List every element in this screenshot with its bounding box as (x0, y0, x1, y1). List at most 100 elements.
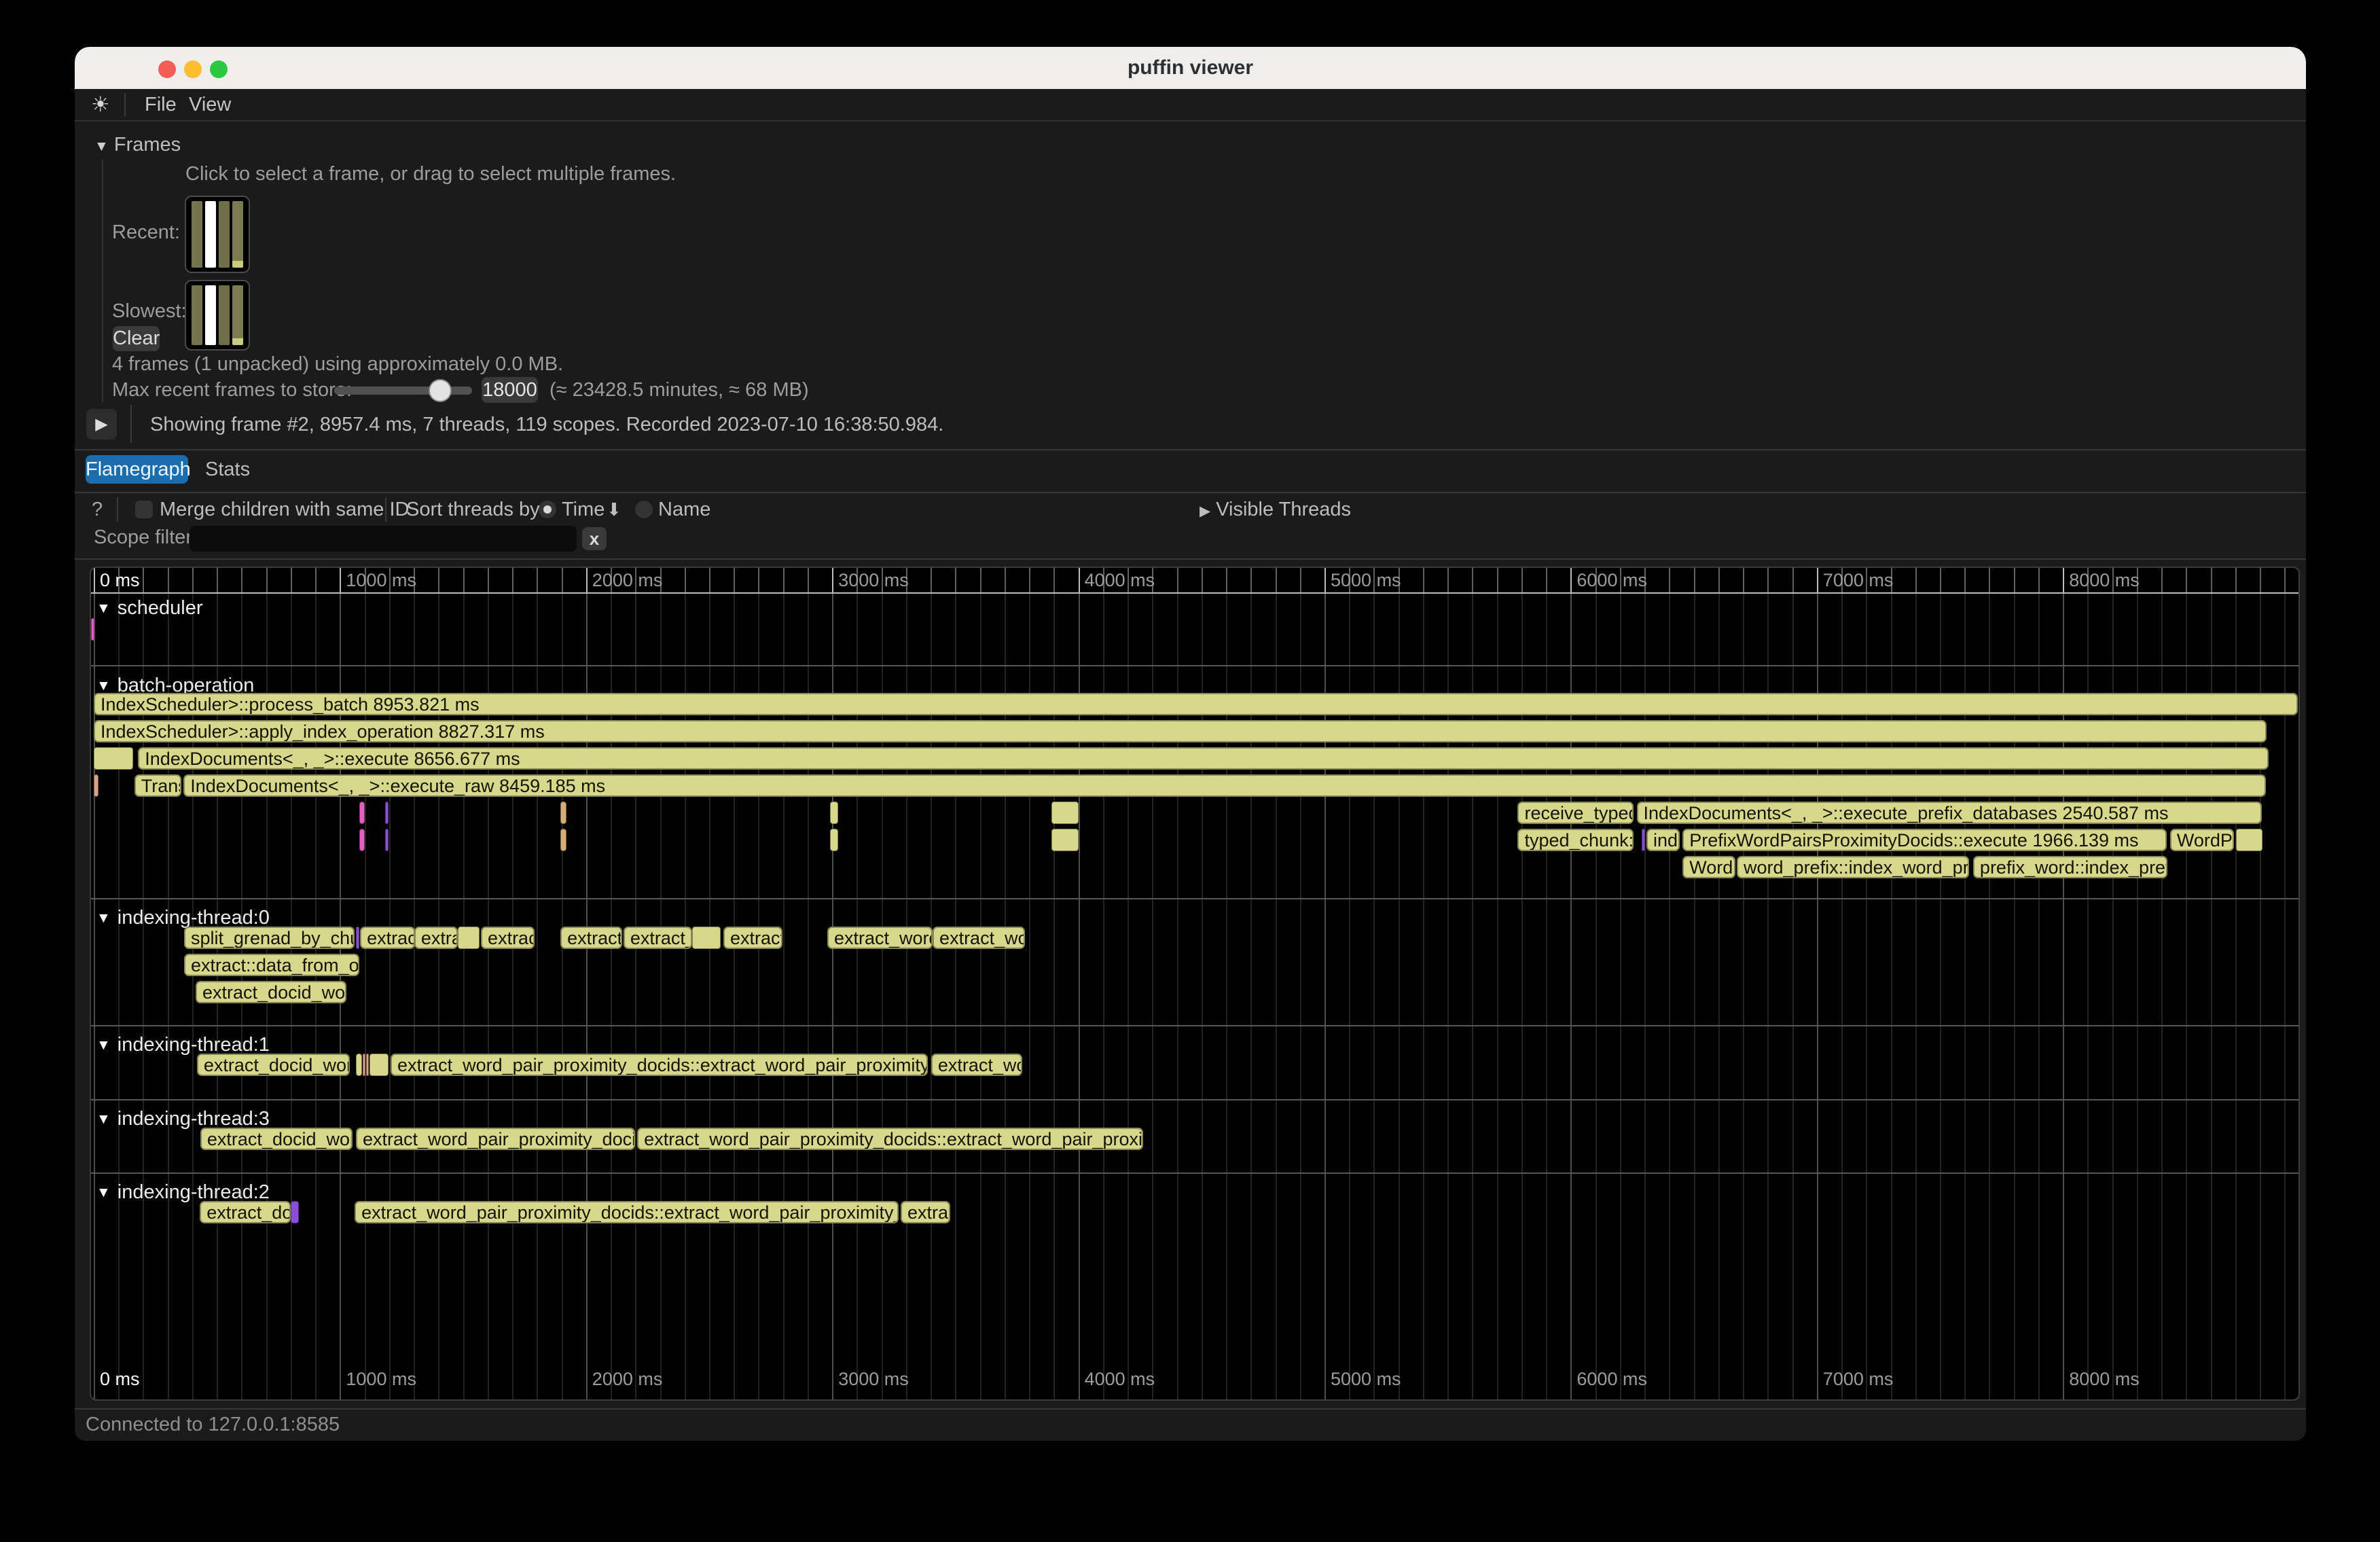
tab-stats[interactable]: Stats (205, 459, 250, 480)
flame-bar[interactable]: Word (1682, 856, 1735, 878)
flame-bar[interactable] (356, 1054, 362, 1076)
flame-bar[interactable]: IndexScheduler>::apply_index_operation 8… (94, 720, 2267, 742)
flame-bar[interactable]: extrac (481, 927, 535, 949)
theme-toggle-icon[interactable]: ☀ (91, 94, 110, 115)
frames-header[interactable]: ▼ Frames (94, 135, 181, 155)
play-button[interactable]: ▶ (86, 409, 117, 440)
flame-bar[interactable]: PrefixWordPairsProximityDocids::execute … (1682, 829, 2167, 851)
menu-file[interactable]: File (145, 94, 177, 115)
thread-group-indexing-thread:0[interactable]: ▼indexing-thread:0 (96, 908, 270, 928)
ruler-tick (1226, 568, 1227, 592)
frame-bar[interactable] (219, 285, 230, 345)
thread-group-scheduler[interactable]: ▼scheduler (96, 598, 203, 618)
flame-bar[interactable] (359, 829, 365, 851)
flame-bar[interactable]: IndexDocuments<_, _>::execute_raw 8459.1… (183, 774, 2266, 797)
ruler-tick (1669, 568, 1670, 592)
frame-bar[interactable] (205, 201, 216, 268)
sort-name-radio[interactable] (635, 501, 653, 518)
flame-bar[interactable] (94, 747, 133, 770)
sort-direction-icon[interactable]: ⬇ (607, 499, 621, 520)
merge-children-label[interactable]: Merge children with same ID (160, 499, 409, 520)
flame-bar[interactable] (359, 802, 365, 824)
flame-bar[interactable]: extract_docid_wor (197, 1054, 350, 1076)
flame-bar[interactable]: extract::data_from_ob (184, 954, 359, 976)
flame-bar[interactable] (369, 1054, 389, 1076)
flame-bar[interactable] (2236, 829, 2262, 851)
flame-bar[interactable] (830, 829, 838, 851)
flame-bar[interactable]: index (1646, 829, 1680, 851)
clear-filter-button[interactable]: x (582, 527, 607, 550)
flame-bar[interactable]: IndexDocuments<_, _>::execute_prefix_dat… (1637, 802, 2262, 824)
flame-bar[interactable] (560, 829, 566, 851)
flame-bar[interactable]: IndexDocuments<_, _>::execute 8656.677 m… (138, 747, 2269, 770)
merge-children-checkbox[interactable] (135, 501, 153, 518)
flame-bar[interactable] (692, 927, 721, 949)
ruler-tick (291, 568, 292, 592)
menu-view[interactable]: View (189, 94, 231, 115)
frame-bar[interactable] (219, 201, 230, 268)
visible-threads-header[interactable]: ▶ Visible Threads (1200, 499, 1351, 520)
flame-bar[interactable]: WordPr (2170, 829, 2234, 851)
flame-bar[interactable]: extract_word_pair_proximity_docids::extr… (637, 1128, 1143, 1150)
ruler-tick (94, 568, 95, 592)
slowest-frames-thumbnail[interactable] (185, 280, 250, 351)
flame-bar[interactable]: word_prefix::index_word_prefix_ (1737, 856, 1969, 878)
recent-frames-thumbnail[interactable] (185, 196, 250, 273)
flame-bar[interactable]: IndexScheduler>::process_batch 8953.821 … (94, 693, 2298, 715)
flame-bar[interactable] (1051, 802, 1079, 824)
clear-button[interactable]: Clear (113, 326, 160, 351)
flame-bar[interactable]: extract_wo (933, 927, 1025, 949)
flame-bar[interactable]: extract_word_pair_proximity_docids::extr… (391, 1054, 928, 1076)
tab-flamegraph[interactable]: Flamegraph (86, 455, 188, 484)
help-button[interactable]: ? (92, 499, 103, 520)
frame-bar[interactable] (192, 201, 202, 268)
flamegraph-canvas[interactable]: 0 ms0 ms1000 ms1000 ms2000 ms2000 ms3000… (90, 567, 2300, 1401)
flame-bar[interactable]: prefix_word::index_prefix_wo (1973, 856, 2167, 878)
max-frames-slider-knob[interactable] (429, 379, 452, 402)
flame-bar[interactable] (291, 1201, 299, 1223)
ruler-tick (1177, 568, 1178, 592)
flame-bar[interactable] (94, 774, 98, 797)
flame-bar[interactable] (363, 1054, 365, 1076)
flame-bar[interactable] (830, 802, 838, 824)
flame-bar[interactable]: extract_doc (200, 1201, 291, 1223)
flame-bar[interactable]: extract_word (827, 927, 933, 949)
flame-bar[interactable]: split_grenad_by_chun (184, 927, 355, 949)
flame-bar[interactable] (385, 802, 389, 824)
flame-bar[interactable] (458, 927, 480, 949)
sort-time-radio[interactable] (539, 501, 556, 518)
flame-bar[interactable] (385, 829, 389, 851)
flame-bar[interactable]: receive_typed_ (1517, 802, 1633, 824)
flame-bar[interactable]: extract_ (624, 927, 692, 949)
frame-bar[interactable] (232, 285, 243, 345)
flame-bar[interactable]: extract (360, 927, 414, 949)
scope-filter-input[interactable] (190, 526, 577, 552)
frame-bar[interactable] (205, 285, 216, 345)
sort-time-label[interactable]: Time (562, 499, 605, 520)
flame-bar[interactable]: extract_word_pair_proximity_docids::extr… (355, 1201, 899, 1223)
flame-bar[interactable]: extra (414, 927, 458, 949)
flame-bar[interactable]: typed_chunk::w (1517, 829, 1633, 851)
flame-bar[interactable] (91, 618, 94, 641)
frame-bar[interactable] (232, 201, 243, 268)
max-frames-value[interactable]: 18000 (482, 377, 538, 403)
sort-name-label[interactable]: Name (658, 499, 710, 520)
flame-bar[interactable]: extrac (901, 1201, 950, 1223)
frame-bar[interactable] (192, 285, 202, 345)
flame-bar[interactable] (560, 802, 566, 824)
thread-group-indexing-thread:3[interactable]: ▼indexing-thread:3 (96, 1109, 270, 1129)
flame-bar[interactable]: Trans (134, 774, 181, 797)
flame-bar[interactable]: extract (723, 927, 782, 949)
flame-bar[interactable] (1051, 829, 1079, 851)
thread-group-indexing-thread:2[interactable]: ▼indexing-thread:2 (96, 1182, 270, 1202)
flame-bar[interactable]: extract_docid_word (196, 981, 346, 1003)
ruler-tick (586, 568, 588, 592)
flame-bar[interactable] (356, 927, 359, 949)
thread-group-indexing-thread:1[interactable]: ▼indexing-thread:1 (96, 1035, 270, 1055)
flame-bar[interactable]: extract_docid_word (200, 1128, 353, 1150)
flame-bar[interactable]: extract_word_pair_proximity_docids (356, 1128, 635, 1150)
flame-bar[interactable] (366, 1054, 369, 1076)
flame-bar[interactable]: extract_wo (931, 1054, 1022, 1076)
flame-bar[interactable] (1642, 829, 1645, 851)
flame-bar[interactable]: extract_ (560, 927, 622, 949)
